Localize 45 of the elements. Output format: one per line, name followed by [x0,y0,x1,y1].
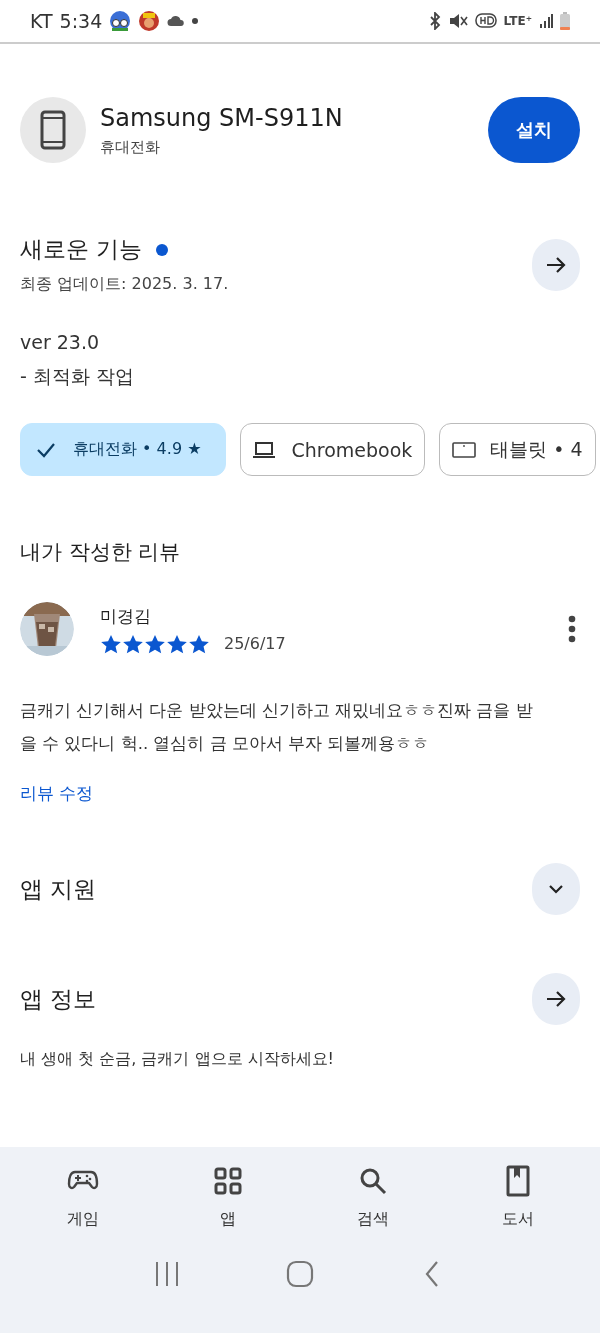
arrow-button[interactable] [532,973,580,1025]
star-icon [166,633,188,654]
app-description: 내 생애 첫 순금, 금캐기 앱으로 시작하세요! [20,1049,335,1070]
device-filter-chip[interactable]: 휴대전화 • 4.9 ★ [20,423,227,476]
network-text: LTE⁺ [503,14,532,28]
device-filter-chip[interactable]: Chromebook [240,423,426,476]
more-vert-icon [568,615,576,643]
device-name: Samsung SM-S911N [100,103,344,132]
star-icon [100,633,122,654]
review-text: 금캐기 신기해서 다운 받았는데 신기하고 재밌네요ㅎㅎ진짜 금을 받을 수 있다니 헉.. 열심히 금 모아서 부자 되볼께용ㅎㅎ [20,700,534,755]
arrow-button[interactable] [532,238,580,291]
nav-tab[interactable]: 도서 [472,1165,563,1230]
release-note: ver 23.0 [20,330,101,355]
cloud-icon [167,15,186,27]
nav-tab[interactable]: 게임 [37,1165,128,1230]
home-icon[interactable] [286,1260,314,1288]
mute-icon [447,12,468,30]
dot-icon [192,18,199,24]
reviewer-name: 미경김 [100,604,152,628]
star-icon [144,633,166,654]
section-heading: 내가 작성한 리뷰 [20,539,182,566]
bluetooth-icon [428,12,441,30]
section-title: 앱 정보 [20,984,97,1014]
signal-icon [539,13,553,29]
star-icon [188,633,210,654]
chevron-down-icon [547,883,565,895]
carrier-text: KT [30,10,53,32]
install-button[interactable]: 설치 [488,97,580,163]
release-note: - 최적화 작업 [20,364,135,389]
game-app-icon [138,10,161,32]
hd-icon [474,12,497,30]
game-app-icon [109,10,132,32]
device-filter-chip[interactable]: 태블릿 • 4 [439,423,596,476]
section-title: 앱 지원 [20,874,97,904]
battery-icon [560,12,570,30]
section-title: 새로운 기능 [20,235,143,264]
clock-text: 5:34 [59,10,103,32]
edit-review-link[interactable]: 리뷰 수정 [20,782,94,805]
review-date: 25/6/17 [224,634,286,653]
nav-tab[interactable]: 앱 [182,1165,273,1230]
update-date: 최종 업데이트: 2025. 3. 17. [20,274,229,295]
nav-tab[interactable]: 검색 [327,1165,418,1230]
phone-icon [40,110,66,150]
device-type: 휴대전화 [100,137,161,157]
star-icon [122,633,144,654]
